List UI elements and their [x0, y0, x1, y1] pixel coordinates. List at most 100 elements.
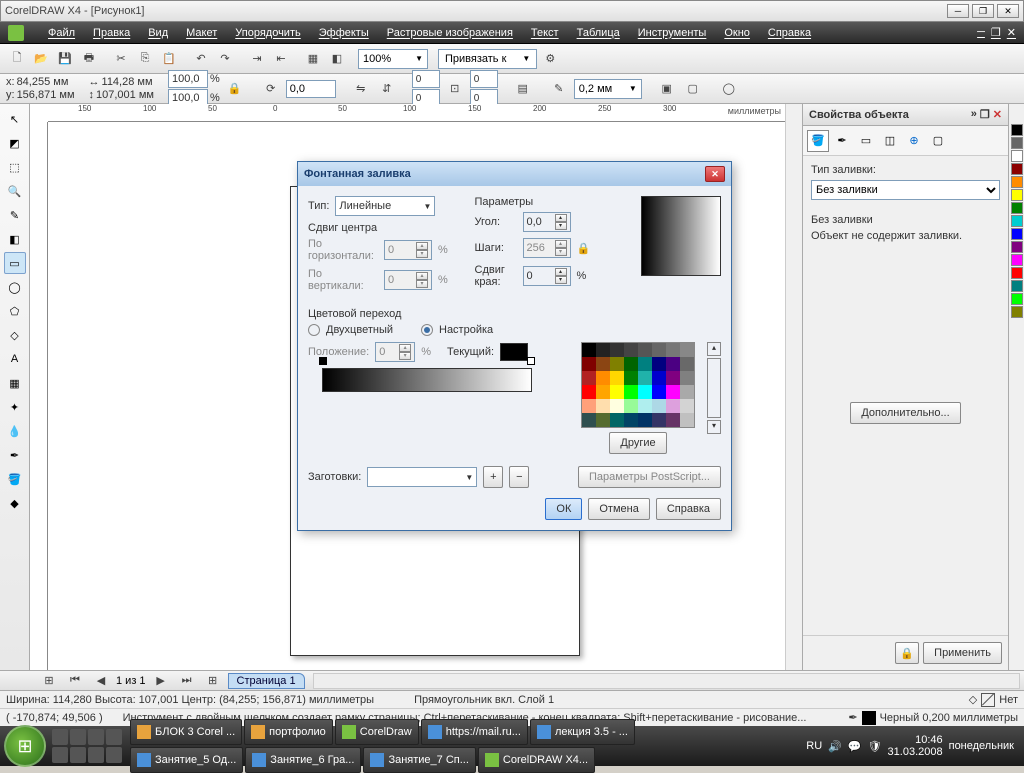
panel-close-icon[interactable]: ✕	[993, 108, 1002, 121]
crop-tool-icon[interactable]: ⬚	[4, 156, 26, 178]
swatch[interactable]	[1011, 202, 1023, 214]
basic-shapes-icon[interactable]: ◇	[4, 324, 26, 346]
ql-icon[interactable]	[52, 729, 68, 745]
palette-swatch[interactable]	[610, 357, 624, 371]
swatch[interactable]	[1011, 293, 1023, 305]
scale-x[interactable]: 100,0	[168, 70, 208, 88]
dialog-close-button[interactable]: ✕	[705, 166, 725, 182]
palette-swatch[interactable]	[680, 357, 694, 371]
swatch[interactable]	[1011, 254, 1023, 266]
save-icon[interactable]: 💾	[54, 48, 76, 70]
palette-swatch[interactable]	[638, 413, 652, 427]
palette-swatch[interactable]	[666, 371, 680, 385]
swatch[interactable]	[1011, 267, 1023, 279]
task-item[interactable]: Занятие_5 Од...	[130, 747, 243, 773]
palette-swatch[interactable]	[582, 413, 596, 427]
palette-swatch[interactable]	[596, 413, 610, 427]
app-launcher-icon[interactable]: ▦	[302, 48, 324, 70]
scrollbar-vertical[interactable]	[785, 104, 802, 670]
lock-apply-icon[interactable]: 🔒	[895, 642, 919, 664]
tab-2-icon[interactable]: ◫	[879, 130, 901, 152]
rotation-field[interactable]: 0,0	[286, 80, 336, 98]
mirror-v-icon[interactable]: ⇵	[376, 78, 398, 100]
swatch[interactable]	[1011, 137, 1023, 149]
palette-swatch[interactable]	[680, 385, 694, 399]
page-tab[interactable]: Страница 1	[228, 673, 305, 689]
redo-icon[interactable]: ↷	[214, 48, 236, 70]
outline-tool-icon[interactable]: ✒	[4, 444, 26, 466]
custom-radio[interactable]	[421, 324, 433, 336]
menu-arrange[interactable]: Упорядочить	[235, 27, 300, 39]
swatch[interactable]	[1011, 176, 1023, 188]
current-color[interactable]	[500, 343, 528, 361]
tab-3-icon[interactable]: ▢	[927, 130, 949, 152]
ql-icon[interactable]	[88, 729, 104, 745]
interactive-tool-icon[interactable]: ✦	[4, 396, 26, 418]
palette-swatch[interactable]	[624, 371, 638, 385]
panel-pin-icon[interactable]: »	[971, 108, 977, 121]
swatch[interactable]	[1011, 150, 1023, 162]
ok-button[interactable]: ОК	[545, 498, 582, 520]
menu-layout[interactable]: Макет	[186, 27, 217, 39]
snap-combo[interactable]: Привязать к▼	[438, 49, 537, 69]
tab-outline-icon[interactable]: ✒	[831, 130, 853, 152]
palette-swatch[interactable]	[638, 357, 652, 371]
task-item[interactable]: БЛОК 3 Corel ...	[130, 719, 242, 745]
swatch[interactable]	[1011, 215, 1023, 227]
ql-icon[interactable]	[52, 747, 68, 763]
palette-swatch[interactable]	[610, 385, 624, 399]
palette-swatch[interactable]	[638, 371, 652, 385]
palette-swatch[interactable]	[652, 371, 666, 385]
apply-button[interactable]: Применить	[923, 642, 1002, 664]
palette-swatch[interactable]	[596, 385, 610, 399]
palette-swatch[interactable]	[596, 357, 610, 371]
pick-tool-icon[interactable]: ↖	[4, 108, 26, 130]
corner3[interactable]: 0	[470, 70, 498, 88]
palette-swatch[interactable]	[624, 357, 638, 371]
palette-swatch[interactable]	[638, 385, 652, 399]
palette-swatch[interactable]	[610, 413, 624, 427]
more-button[interactable]: Дополнительно...	[850, 402, 960, 424]
steps-lock-icon[interactable]: 🔒	[577, 242, 591, 255]
polygon-tool-icon[interactable]: ⬠	[4, 300, 26, 322]
two-color-radio[interactable]	[308, 324, 320, 336]
welcome-icon[interactable]: ◧	[326, 48, 348, 70]
smart-fill-icon[interactable]: ◧	[4, 228, 26, 250]
palette-swatch[interactable]	[638, 399, 652, 413]
coord-w[interactable]: 114,28 мм	[102, 76, 153, 88]
palette-swatch[interactable]	[596, 343, 610, 357]
other-colors-button[interactable]: Другие	[609, 432, 666, 454]
palette-swatch[interactable]	[652, 399, 666, 413]
prev-page-icon[interactable]: ◀	[90, 670, 112, 692]
swatch[interactable]	[1011, 306, 1023, 318]
help-button[interactable]: Справка	[656, 498, 721, 520]
palette-swatch[interactable]	[680, 399, 694, 413]
menu-edit[interactable]: Правка	[93, 27, 130, 39]
palette-swatch[interactable]	[652, 343, 666, 357]
ellipse-tool-icon[interactable]: ◯	[4, 276, 26, 298]
palette-swatch[interactable]	[666, 385, 680, 399]
task-item[interactable]: Занятие_6 Гра...	[245, 747, 361, 773]
angle-field[interactable]: 0,0▴▾	[523, 212, 571, 232]
gradient-handle-start[interactable]	[319, 357, 327, 365]
ql-icon[interactable]	[106, 747, 122, 763]
palette-swatch[interactable]	[666, 343, 680, 357]
palette-swatch[interactable]	[652, 385, 666, 399]
mdi-close-icon[interactable]: ✕	[1007, 26, 1016, 39]
interactive-fill-icon[interactable]: ◆	[4, 492, 26, 514]
palette-swatch[interactable]	[624, 385, 638, 399]
ql-icon[interactable]	[70, 747, 86, 763]
table-tool-icon[interactable]: ▦	[4, 372, 26, 394]
swatch[interactable]	[1011, 241, 1023, 253]
last-page-icon[interactable]: ⏭	[176, 670, 198, 692]
mdi-minimize-icon[interactable]: ─	[977, 26, 985, 39]
eyedropper-icon[interactable]: 💧	[4, 420, 26, 442]
tray-icon[interactable]: 💬	[848, 740, 862, 753]
task-item[interactable]: портфолио	[244, 719, 333, 745]
palette-swatch[interactable]	[582, 357, 596, 371]
scrollbar-horizontal[interactable]	[313, 673, 1020, 689]
presets-combo[interactable]: ▼	[367, 467, 477, 487]
palette-swatch[interactable]	[652, 357, 666, 371]
lock-ratio-icon[interactable]: 🔒	[224, 78, 246, 100]
swatch[interactable]	[1011, 280, 1023, 292]
